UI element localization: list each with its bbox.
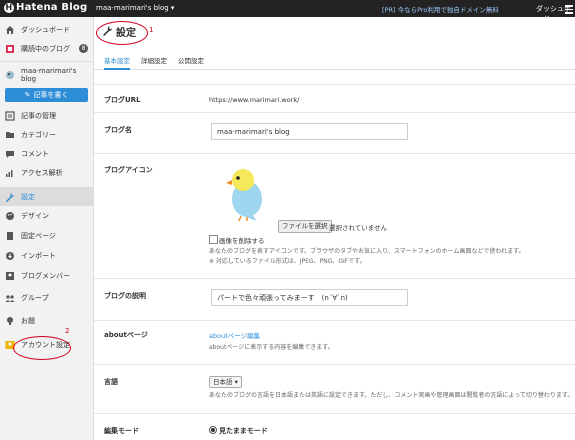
about-page-label: aboutページ — [104, 331, 148, 339]
logo-text: Hatena Blog — [16, 2, 88, 13]
hatena-logo-icon: H — [4, 2, 14, 13]
sidebar-item-label: お題 — [21, 316, 35, 325]
language-select[interactable]: 日本語 ▾ — [209, 376, 242, 388]
delete-image-label: 画像を削除する — [219, 237, 265, 245]
edit-mode-radio[interactable] — [209, 426, 217, 434]
list-icon — [5, 110, 15, 121]
blog-description-label: ブログの説明 — [104, 292, 146, 300]
sidebar-item-label: 固定ページ — [21, 231, 56, 240]
file-status-text: 選択されていません — [329, 224, 388, 232]
chart-icon — [5, 168, 15, 178]
palette-icon — [5, 211, 15, 221]
promo-link[interactable]: [PR] 今ならPro利用で独自ドメイン無料 — [382, 4, 499, 14]
sidebar-item-categories[interactable]: カテゴリー — [0, 125, 93, 144]
members-icon — [5, 271, 15, 281]
file-select-button[interactable]: ファイルを選択 — [278, 220, 332, 233]
sidebar-item-subscriptions[interactable]: 購読中のブログ 8 — [0, 39, 93, 58]
blog-name-input[interactable]: maa-marimari's blog — [211, 123, 408, 140]
subscription-count-badge: 8 — [79, 44, 88, 53]
sidebar-item-label: 記事の管理 — [21, 111, 56, 120]
settings-tabs: 基本設定 詳細設定 公開設定 — [94, 55, 575, 70]
blog-icon — [5, 70, 15, 80]
edit-mode-option-label: 見たままモード — [219, 427, 268, 435]
sidebar-item-comments[interactable]: コメント — [0, 144, 93, 163]
annotation-circle-account-settings — [13, 336, 71, 360]
write-article-button[interactable]: ✎ 記事を書く — [5, 88, 88, 102]
sidebar-item-label: グループ — [21, 293, 49, 302]
wrench-icon — [5, 192, 15, 202]
sidebar-item-label: maa-marimari's blog — [21, 66, 77, 83]
blog-icon-format-help: ※ 対応しているファイル形式は、JPEG、PNG、GIFです。 — [209, 258, 366, 265]
sidebar-item-label: 設定 — [21, 192, 35, 201]
blog-icon-help: あなたのブログを表すアイコンです。ブラウザのタブやお気に入り、スマートフォンのホ… — [209, 248, 525, 255]
blog-icon-image — [221, 163, 271, 223]
sidebar-item-static-pages[interactable]: 固定ページ — [0, 226, 93, 245]
sidebar: ダッシュボード 購読中のブログ 8 maa-marimari's blog ✎ … — [0, 17, 94, 440]
home-icon — [5, 25, 15, 35]
sidebar-item-dashboard[interactable]: ダッシュボード — [0, 20, 93, 39]
bulb-icon — [5, 316, 15, 326]
sidebar-item-import[interactable]: インポート — [0, 246, 93, 265]
sidebar-item-label: 購読中のブログ — [21, 44, 70, 53]
top-bar: H Hatena Blog maa-marimari's blog ▾ [PR]… — [0, 0, 575, 23]
sidebar-item-analytics[interactable]: アクセス解析 — [0, 163, 93, 182]
sidebar-item-groups[interactable]: グループ — [0, 288, 93, 307]
sidebar-item-label: デザイン — [21, 211, 49, 220]
language-label: 言語 — [104, 378, 118, 386]
annotation-number-1: 1 — [149, 26, 154, 34]
blog-description-input[interactable]: パートで色々頑張ってみまーす (n´∀`n) — [211, 289, 408, 306]
tab-publish-settings[interactable]: 公開設定 — [178, 55, 204, 68]
sidebar-item-label: ダッシュボード — [21, 25, 70, 34]
sidebar-item-label: アクセス解析 — [21, 168, 63, 177]
main-content: 設定 基本設定 詳細設定 公開設定 ブログURL https://www.mar… — [94, 17, 575, 440]
sidebar-item-label: コメント — [21, 149, 49, 158]
hatena-blog-logo[interactable]: H Hatena Blog — [4, 2, 87, 13]
sidebar-item-design[interactable]: デザイン — [0, 206, 93, 225]
blog-url-label: ブログURL — [104, 96, 141, 104]
menu-icon[interactable] — [565, 3, 573, 14]
edit-mode-label: 編集モード — [104, 427, 139, 435]
blog-icon-label: ブログアイコン — [104, 166, 153, 174]
sidebar-item-label: ブログメンバー — [21, 271, 70, 280]
annotation-circle-settings-title — [96, 21, 148, 45]
folder-icon — [5, 130, 15, 140]
edit-icon: ✎ — [24, 91, 31, 99]
blog-selector[interactable]: maa-marimari's blog ▾ — [96, 4, 174, 12]
sidebar-item-blog-members[interactable]: ブログメンバー — [0, 266, 93, 285]
sidebar-item-label: インポート — [21, 251, 56, 260]
write-article-label: 記事を書く — [33, 91, 69, 99]
tab-detail-settings[interactable]: 詳細設定 — [141, 55, 167, 68]
blog-url-value: https://www.marimari.work/ — [209, 96, 300, 104]
language-help: あなたのブログの言語を日本語または英語に設定できます。ただし、コメント実画や管理… — [209, 392, 574, 399]
sidebar-item-posts[interactable]: 記事の管理 — [0, 106, 93, 125]
delete-image-checkbox[interactable] — [209, 235, 218, 244]
tab-basic-settings[interactable]: 基本設定 — [104, 55, 130, 70]
sidebar-item-label: カテゴリー — [21, 130, 56, 139]
comment-icon — [5, 149, 15, 159]
rss-icon — [5, 44, 15, 54]
group-icon — [5, 293, 15, 303]
import-icon — [5, 251, 15, 261]
about-page-help: aboutページに表示する内容を編集できます。 — [209, 344, 334, 351]
page-icon — [5, 231, 15, 241]
annotation-number-2: 2 — [65, 327, 70, 335]
blog-name-label: ブログ名 — [104, 126, 132, 134]
sidebar-item-blog[interactable]: maa-marimari's blog — [0, 65, 93, 84]
about-page-edit-link[interactable]: aboutページ編集 — [209, 330, 260, 340]
sidebar-item-settings[interactable]: 設定 — [0, 187, 93, 206]
sidebar-item-topics[interactable]: お題 — [0, 311, 93, 330]
